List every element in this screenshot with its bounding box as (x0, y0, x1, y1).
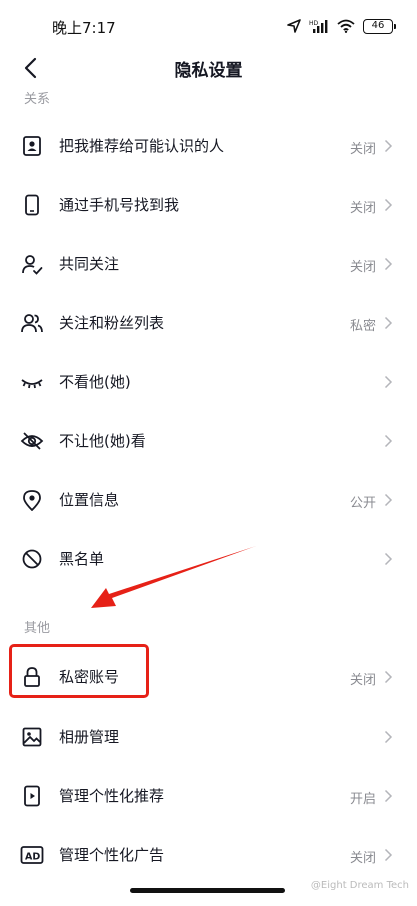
user-check-icon (20, 252, 44, 276)
status-time: 晚上7:17 (52, 19, 116, 37)
image-icon (20, 725, 44, 749)
section-header-relations: 关系 (24, 92, 51, 107)
chevron-right-icon (384, 493, 393, 507)
row-location-info[interactable]: 位置信息 公开 (0, 471, 417, 529)
battery-icon: 46 (363, 18, 396, 34)
row-value: 关闭 (349, 142, 376, 157)
play-card-icon (20, 784, 44, 808)
row-label: 位置信息 (59, 491, 120, 509)
row-label: 关注和粉丝列表 (59, 314, 165, 332)
row-value: 关闭 (349, 673, 376, 688)
users-icon (20, 311, 44, 335)
row-hide-from-them[interactable]: 不让他(她)看 (0, 412, 417, 470)
section-header-other: 其他 (24, 621, 51, 636)
chevron-right-icon (384, 552, 393, 566)
row-label: 相册管理 (59, 728, 120, 746)
row-value: 开启 (349, 792, 376, 807)
chevron-right-icon (384, 730, 393, 744)
row-hide-their-posts[interactable]: 不看他(她) (0, 353, 417, 411)
row-label: 管理个性化推荐 (59, 787, 165, 805)
row-label: 通过手机号找到我 (59, 196, 180, 214)
row-personalized-ads[interactable]: AD 管理个性化广告 关闭 (0, 826, 417, 884)
location-icon (287, 19, 301, 33)
page-title: 隐私设置 (174, 61, 243, 81)
chevron-right-icon (384, 670, 393, 684)
row-album-management[interactable]: 相册管理 (0, 708, 417, 766)
chevron-right-icon (384, 198, 393, 212)
ad-icon: AD (20, 843, 44, 867)
status-bar: 晚上7:17 HD 46 (0, 0, 417, 48)
signal-icon: HD (309, 19, 328, 33)
row-value: 关闭 (349, 260, 376, 275)
row-recommend-me[interactable]: 把我推荐给可能认识的人 关闭 (0, 117, 417, 175)
phone-icon (20, 193, 44, 217)
watermark: @Eight Dream Tech (310, 880, 409, 891)
row-value: 公开 (349, 496, 376, 511)
chevron-right-icon (384, 375, 393, 389)
chevron-right-icon (384, 789, 393, 803)
eye-closed-icon (20, 370, 44, 394)
status-icons: HD 46 (287, 15, 396, 37)
row-personalized-recommendation[interactable]: 管理个性化推荐 开启 (0, 767, 417, 825)
eye-slash-icon (20, 429, 44, 453)
row-label: 把我推荐给可能认识的人 (59, 137, 225, 155)
chevron-right-icon (384, 848, 393, 862)
row-label: 黑名单 (59, 550, 105, 568)
row-label: 管理个性化广告 (59, 846, 165, 864)
highlight-box (9, 644, 149, 698)
chevron-right-icon (384, 316, 393, 330)
chevron-right-icon (384, 139, 393, 153)
row-value: 私密 (349, 319, 376, 334)
home-indicator[interactable] (130, 888, 285, 893)
row-blacklist[interactable]: 黑名单 (0, 530, 417, 588)
svg-text:AD: AD (25, 852, 40, 863)
row-label: 共同关注 (59, 255, 120, 273)
row-value: 关闭 (349, 851, 376, 866)
row-label: 不让他(她)看 (59, 432, 146, 450)
nav-bar: 隐私设置 (0, 48, 417, 88)
svg-text:HD: HD (309, 20, 319, 27)
contact-card-icon (20, 134, 44, 158)
block-icon (20, 547, 44, 571)
row-mutual-follows[interactable]: 共同关注 关闭 (0, 235, 417, 293)
location-pin-icon (20, 488, 44, 512)
row-label: 不看他(她) (59, 373, 131, 391)
row-follow-fans-list[interactable]: 关注和粉丝列表 私密 (0, 294, 417, 352)
chevron-right-icon (384, 434, 393, 448)
row-value: 关闭 (349, 201, 376, 216)
chevron-right-icon (384, 257, 393, 271)
wifi-icon (337, 19, 355, 33)
row-find-by-phone[interactable]: 通过手机号找到我 关闭 (0, 176, 417, 234)
